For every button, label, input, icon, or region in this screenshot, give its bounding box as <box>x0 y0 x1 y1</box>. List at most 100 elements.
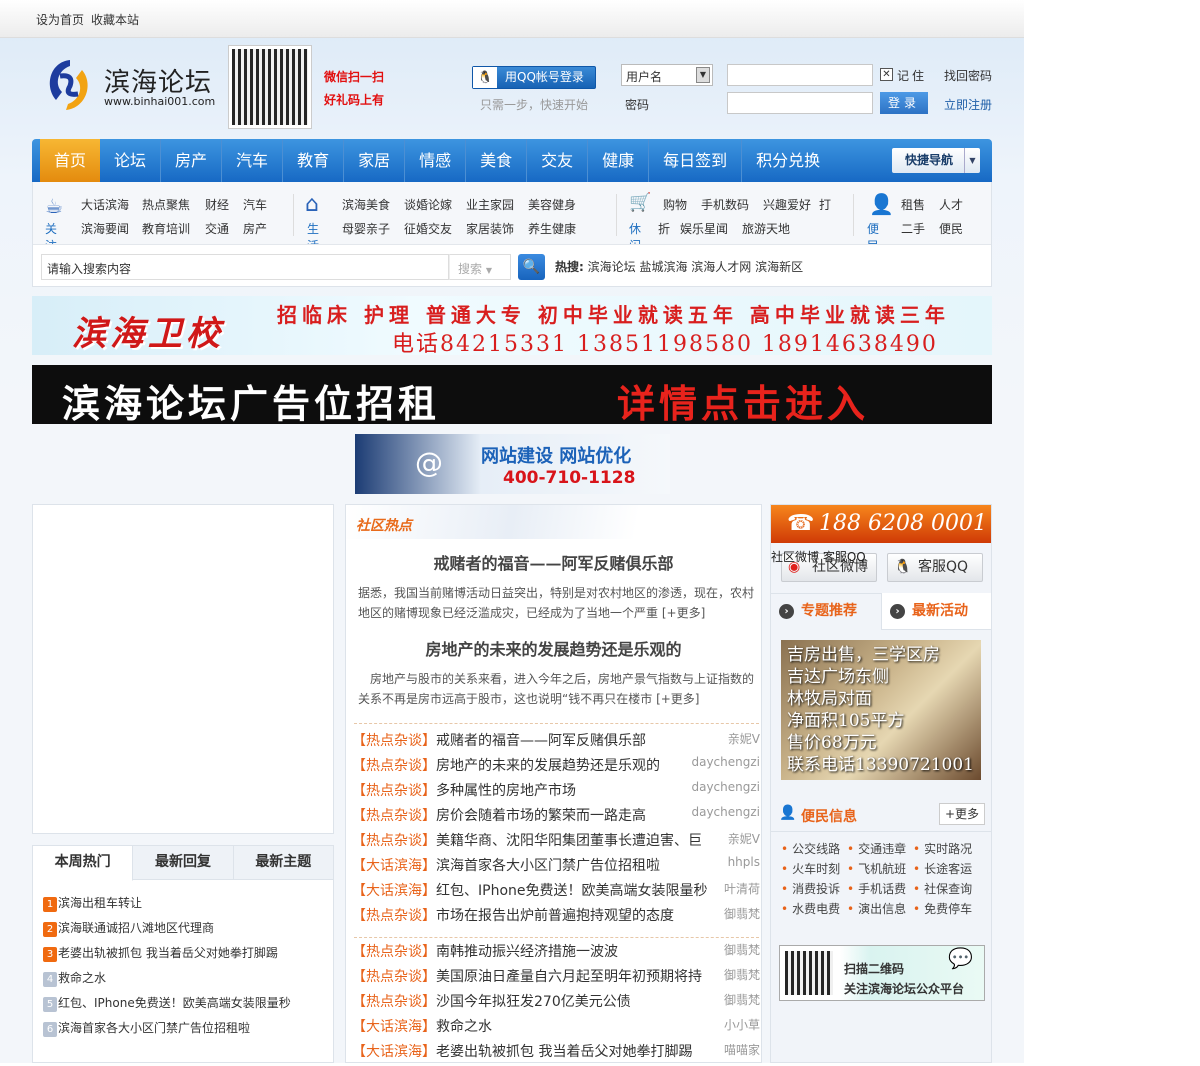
list-item[interactable]: 6 滨海首家各大小区门禁广告位招租啦 <box>43 1019 250 1037</box>
nav-item-food[interactable]: 美食 <box>466 139 528 182</box>
house-sale-image[interactable]: 吉房出售，三学区房 吉达广场东侧 林牧局对面 净面积105平方 售价68万元 联… <box>781 640 981 780</box>
convenience-link[interactable]: 交通违章 <box>847 840 906 857</box>
thread-title[interactable]: 沙国今年拟狂发270亿美元公债 <box>436 994 631 1010</box>
list-item[interactable]: 【热点杂谈】南韩推动振兴经济措施一波波 御翡梵 <box>352 941 760 966</box>
category-tag[interactable]: 【热点杂谈】 <box>352 783 436 799</box>
forgot-password-link[interactable]: 找回密码 <box>944 67 992 84</box>
list-item[interactable]: 3 老婆出轨被抓包 我当着岳父对她拳打脚踢 <box>43 944 278 962</box>
subnav-link[interactable]: 房产 <box>243 220 267 237</box>
thread-title[interactable]: 南韩推动振兴经济措施一波波 <box>436 944 618 960</box>
wechat-follow-banner[interactable]: 扫描二维码 关注滨海论坛公众平台 💬 <box>779 945 985 1001</box>
subnav-link[interactable]: 兴趣爱好 <box>763 196 811 213</box>
list-item[interactable]: 1 滨海出租车转让 <box>43 894 142 912</box>
nav-item-checkin[interactable]: 每日签到 <box>649 139 743 182</box>
remember-checkbox[interactable]: ✕ <box>880 68 893 81</box>
more-button[interactable]: +更多 <box>939 803 985 825</box>
logo-icon[interactable] <box>40 56 98 114</box>
convenience-link[interactable]: 公交线路 <box>781 840 840 857</box>
search-button[interactable]: 🔍 <box>518 254 545 280</box>
convenience-link[interactable]: 飞机航班 <box>847 860 906 877</box>
list-item[interactable]: 【大话滨海】滨海首家各大小区门禁广告位招租啦 hhpls <box>352 855 760 880</box>
category-tag[interactable]: 【热点杂谈】 <box>352 944 436 960</box>
list-item[interactable]: 【大话滨海】红包、IPhone免费送！欧美高端女装限量秒 叶清荷 <box>352 880 760 905</box>
feature-title[interactable]: 戒赌者的福音——阿军反赌俱乐部 <box>346 550 761 574</box>
thread-title[interactable]: 房地产的未来的发展趋势还是乐观的 <box>436 758 660 774</box>
category-tag[interactable]: 【热点杂谈】 <box>352 733 436 749</box>
author[interactable]: 叶清荷 <box>724 880 760 897</box>
list-item[interactable]: 【热点杂谈】戒赌者的福音——阿军反赌俱乐部 亲妮V <box>352 730 760 755</box>
subnav-link[interactable]: 业主家园 <box>466 196 514 213</box>
convenience-link[interactable]: 演出信息 <box>847 900 906 917</box>
subnav-link[interactable]: 购物 <box>663 196 687 213</box>
list-item[interactable]: 【大话滨海】老婆出轨被抓包 我当着岳父对她拳打脚踢 喵喵家 <box>352 1041 760 1066</box>
subnav-link[interactable]: 交通 <box>205 220 229 237</box>
category-tag[interactable]: 【大话滨海】 <box>352 883 436 899</box>
convenience-link[interactable]: 实时路况 <box>913 840 972 857</box>
thread-title[interactable]: 戒赌者的福音——阿军反赌俱乐部 <box>436 733 646 749</box>
tab-special-topics[interactable]: › 专题推荐 <box>771 593 881 630</box>
list-item[interactable]: 【热点杂谈】房价会随着市场的繁荣而一路走高 daychengzi <box>352 805 760 830</box>
category-tag[interactable]: 【热点杂谈】 <box>352 994 436 1010</box>
convenience-link[interactable]: 水费电费 <box>781 900 840 917</box>
list-item[interactable]: 【热点杂谈】沙国今年拟狂发270亿美元公债 御翡梵 <box>352 991 760 1016</box>
tab-latest-activity[interactable]: › 最新活动 <box>881 593 991 630</box>
subnav-link[interactable]: 折 <box>658 220 670 237</box>
subnav-link[interactable]: 财经 <box>205 196 229 213</box>
thread-title[interactable]: 红包、IPhone免费送！欧美高端女装限量秒 <box>436 883 708 899</box>
thread-title[interactable]: 救命之水 <box>436 1019 492 1035</box>
subnav-link[interactable]: 滨海美食 <box>342 196 390 213</box>
tab-latest-topics[interactable]: 最新主题 <box>234 846 333 879</box>
more-link[interactable]: [+更多] <box>656 692 699 706</box>
web-build-ad[interactable]: @ 网站建设 网站优化 400-710-1128 <box>355 434 670 494</box>
qq-login-button[interactable]: 🐧 用QQ帐号登录 <box>472 66 596 89</box>
login-button[interactable]: 登录 <box>880 92 928 114</box>
author[interactable]: 喵喵家 <box>724 1041 760 1058</box>
convenience-link[interactable]: 手机话费 <box>847 880 906 897</box>
list-item[interactable]: 【热点杂谈】多种属性的房地产市场 daychengzi <box>352 780 760 805</box>
author[interactable]: daychengzi <box>691 780 760 794</box>
tab-weekly-hot[interactable]: 本周热门 <box>33 846 134 881</box>
password-input[interactable] <box>727 92 873 114</box>
nav-item-dating[interactable]: 交友 <box>527 139 589 182</box>
nav-item-home-deco[interactable]: 家居 <box>344 139 406 182</box>
thread-title[interactable]: 美国原油日產量自六月起至明年初预期将持 <box>436 969 702 985</box>
list-item[interactable]: 【热点杂谈】房地产的未来的发展趋势还是乐观的 daychengzi <box>352 755 760 780</box>
category-tag[interactable]: 【热点杂谈】 <box>352 808 436 824</box>
nav-item-car[interactable]: 汽车 <box>222 139 284 182</box>
nursing-school-ad[interactable]: 滨海卫校 招临床 护理 普通大专 初中毕业就读五年 高中毕业就读三年 电话842… <box>32 296 992 355</box>
subnav-link[interactable]: 母婴亲子 <box>342 220 390 237</box>
category-tag[interactable]: 【热点杂谈】 <box>352 758 436 774</box>
list-item[interactable]: 2 滨海联通诚招八滩地区代理商 <box>43 919 214 937</box>
search-type-select[interactable]: 搜索 ▼ <box>449 254 511 280</box>
feature-title[interactable]: 房地产的未来的发展趋势还是乐观的 <box>346 636 761 660</box>
subnav-link[interactable]: 租售 <box>901 196 925 213</box>
list-item[interactable]: 5 红包、IPhone免费送！欧美高端女装限量秒 <box>43 994 291 1012</box>
author[interactable]: hhpls <box>728 855 760 869</box>
nav-item-emotion[interactable]: 情感 <box>405 139 467 182</box>
nav-item-health[interactable]: 健康 <box>588 139 650 182</box>
subnav-link[interactable]: 美容健身 <box>528 196 576 213</box>
convenience-link[interactable]: 消费投诉 <box>781 880 840 897</box>
convenience-link[interactable]: 社保查询 <box>913 880 972 897</box>
subnav-link[interactable]: 手机数码 <box>701 196 749 213</box>
author[interactable]: 御翡梵 <box>724 966 760 983</box>
username-type-select[interactable]: 用户名 ▼ <box>621 64 713 86</box>
author[interactable]: 御翡梵 <box>724 991 760 1008</box>
author[interactable]: 御翡梵 <box>724 941 760 958</box>
subnav-link[interactable]: 旅游天地 <box>742 220 790 237</box>
author[interactable]: 小小草 <box>724 1016 760 1033</box>
nav-item-points[interactable]: 积分兑换 <box>742 139 834 182</box>
set-home-link[interactable]: 设为首页 <box>36 11 84 28</box>
logo-title[interactable]: 滨海论坛 <box>104 62 212 99</box>
author[interactable]: 亲妮V <box>728 730 760 747</box>
subnav-link[interactable]: 打 <box>819 196 831 213</box>
username-input[interactable] <box>727 64 873 86</box>
nav-item-education[interactable]: 教育 <box>283 139 345 182</box>
nav-item-house[interactable]: 房产 <box>161 139 223 182</box>
subnav-link[interactable]: 便民 <box>939 220 963 237</box>
category-tag[interactable]: 【大话滨海】 <box>352 1044 436 1060</box>
thread-title[interactable]: 老婆出轨被抓包 我当着岳父对她拳打脚踢 <box>436 1044 692 1060</box>
subnav-link[interactable]: 教育培训 <box>142 220 190 237</box>
author[interactable]: 御翡梵 <box>724 905 760 922</box>
bookmark-link[interactable]: 收藏本站 <box>91 11 139 28</box>
